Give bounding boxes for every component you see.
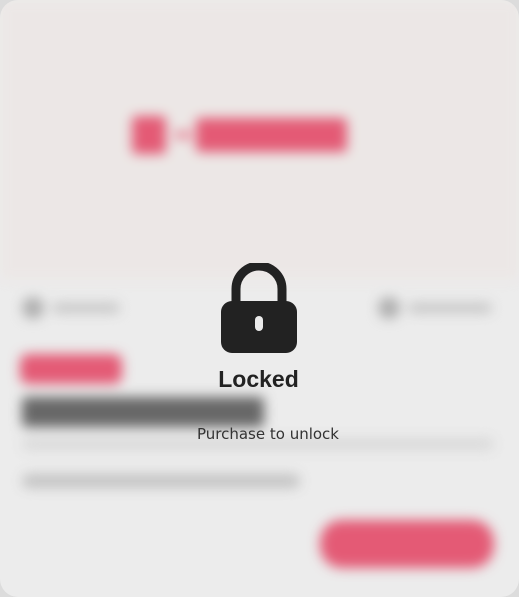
locked-title: Locked (218, 366, 299, 392)
lock-icon (221, 263, 297, 353)
locked-content-card[interactable]: Locked Purchase to unlock (0, 0, 519, 597)
purchase-prompt[interactable]: Purchase to unlock (0, 425, 519, 443)
